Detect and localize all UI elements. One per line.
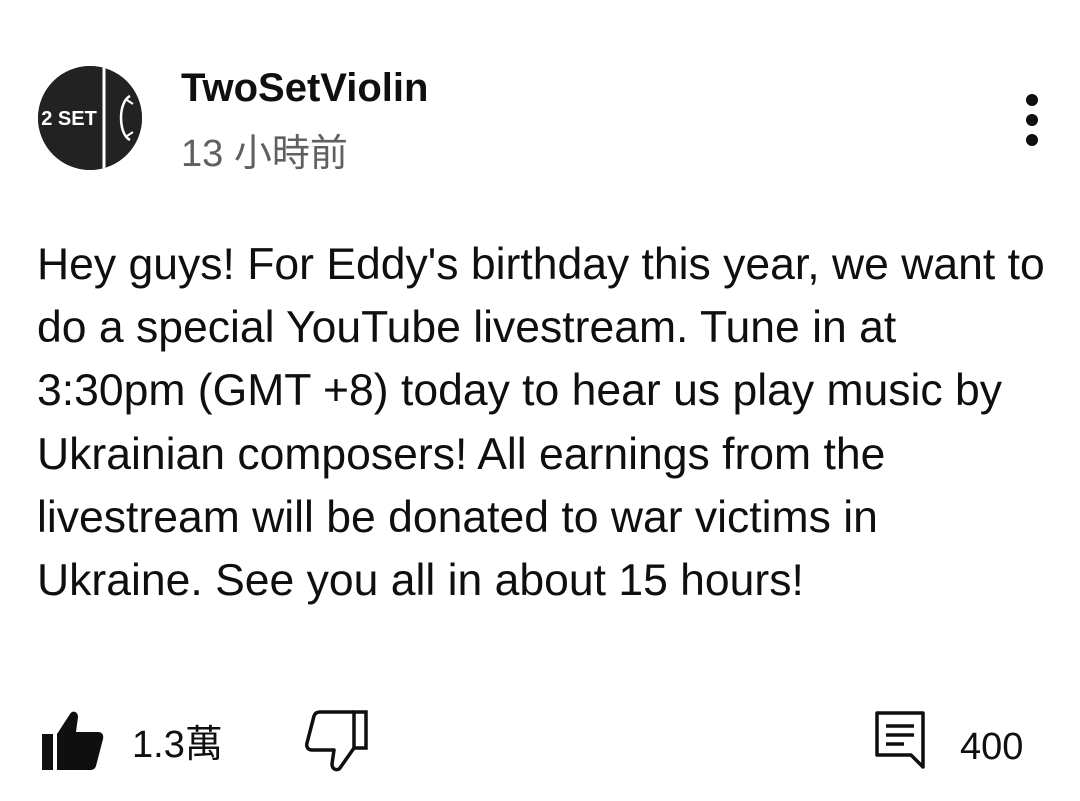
post-body-text: Hey guys! For Eddy's birthday this year,… [37, 240, 1058, 606]
comment-icon [875, 711, 925, 769]
thumbs-up-filled-icon [42, 711, 104, 770]
more-vert-icon [1026, 94, 1038, 106]
like-button[interactable] [40, 708, 106, 774]
more-options-button[interactable] [1006, 92, 1058, 148]
dislike-button[interactable] [302, 708, 370, 774]
channel-name[interactable]: TwoSetViolin [181, 64, 428, 112]
post-timestamp: 13 小時前 [181, 133, 348, 175]
comments-button[interactable] [872, 708, 928, 772]
like-count: 1.3萬 [132, 724, 223, 766]
avatar-logo-text: 2 SET [41, 108, 97, 130]
thumbs-down-outline-icon [305, 710, 368, 772]
comment-count: 400 [960, 726, 1024, 768]
twoset-logo: 2 SET [38, 66, 142, 170]
channel-avatar[interactable]: 2 SET [38, 66, 142, 170]
